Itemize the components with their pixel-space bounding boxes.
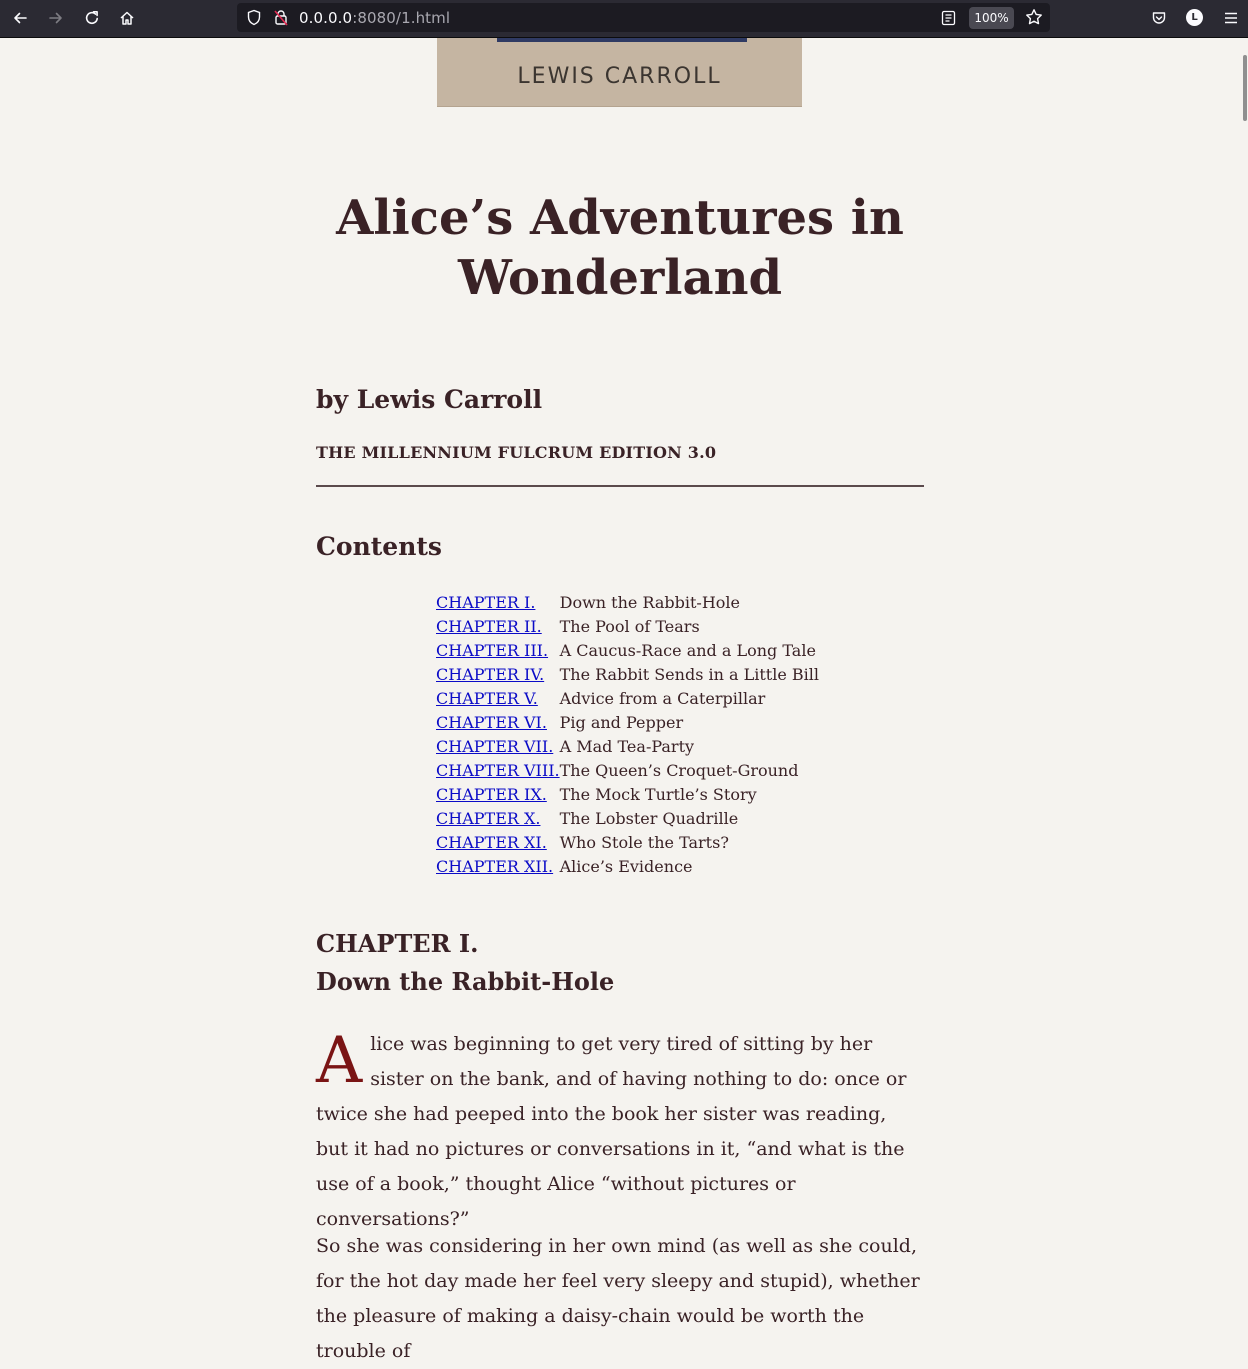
toc-title: The Lobster Quadrille [559, 808, 739, 828]
toc-title: The Queen’s Croquet-Ground [559, 760, 799, 780]
reader-view-icon[interactable] [941, 10, 956, 26]
pocket-icon [1152, 12, 1166, 24]
toc-link-chapter-8[interactable]: CHAPTER VIII. [436, 761, 560, 780]
toc-row: CHAPTER II. The Pool of Tears [436, 614, 819, 638]
toc-row: CHAPTER VIII. The Queen’s Croquet-Ground [436, 758, 819, 782]
insecure-lock-icon[interactable] [273, 9, 289, 26]
toc-row: CHAPTER VI. Pig and Pepper [436, 710, 819, 734]
reload-button[interactable] [77, 4, 107, 32]
back-button[interactable] [5, 4, 35, 32]
drop-cap: A [316, 1024, 363, 1098]
toc-row: CHAPTER IV. The Rabbit Sends in a Little … [436, 662, 819, 686]
toc-title: Who Stole the Tarts? [559, 832, 729, 852]
toc-row: CHAPTER XI. Who Stole the Tarts? [436, 830, 819, 854]
book-title: Alice’s Adventures in Wonderland [336, 190, 904, 306]
toc-title: The Pool of Tears [559, 616, 700, 636]
arrow-left-icon [14, 12, 27, 24]
toc-row: CHAPTER VII. A Mad Tea-Party [436, 734, 819, 758]
toc-link-chapter-9[interactable]: CHAPTER IX. [436, 785, 547, 804]
toc-title: Pig and Pepper [559, 712, 684, 732]
hamburger-menu-icon [1225, 12, 1237, 24]
reload-icon [85, 11, 98, 25]
toc-row: CHAPTER X. The Lobster Quadrille [436, 806, 819, 830]
toc-link-chapter-2[interactable]: CHAPTER II. [436, 617, 542, 636]
table-of-contents: CHAPTER I. Down the Rabbit-Hole CHAPTER I… [436, 590, 819, 878]
chapter-heading: CHAPTER I. Down the Rabbit-Hole [316, 925, 614, 1001]
chapter-label: CHAPTER I. [316, 929, 479, 958]
toc-link-chapter-5[interactable]: CHAPTER V. [436, 689, 538, 708]
toc-title: A Caucus-Race and a Long Tale [559, 640, 816, 660]
toc-link-chapter-7[interactable]: CHAPTER VII. [436, 737, 553, 756]
toc-title: The Rabbit Sends in a Little Bill [559, 664, 819, 684]
paragraph-text: lice was beginning to get very tired of … [316, 1033, 907, 1230]
toc-row: CHAPTER I. Down the Rabbit-Hole [436, 590, 819, 614]
toc-title: Alice’s Evidence [559, 856, 693, 876]
scrollbar-thumb[interactable] [1243, 55, 1247, 121]
shield-icon[interactable] [246, 9, 262, 26]
url-path: :8080/1.html [352, 9, 451, 27]
cover-decoration [497, 38, 747, 42]
zoom-level-button[interactable]: 100% [969, 7, 1014, 29]
app-menu-button[interactable] [1216, 4, 1246, 32]
divider [316, 485, 924, 487]
toc-title: The Mock Turtle’s Story [559, 784, 757, 804]
browser-toolbar: 0.0.0.0:8080/1.html 100% L [0, 0, 1248, 38]
account-avatar[interactable]: L [1186, 9, 1203, 26]
page-scrollbar[interactable] [1240, 38, 1248, 1327]
byline: by Lewis Carroll [316, 385, 543, 414]
chapter-title: Down the Rabbit-Hole [316, 967, 615, 996]
bookmark-star-icon[interactable] [1025, 8, 1043, 26]
paragraph: So she was considering in her own mind (… [316, 1235, 920, 1362]
cover-author: LEWIS CARROLL [517, 64, 722, 89]
toc-link-chapter-10[interactable]: CHAPTER X. [436, 809, 540, 828]
toc-row: CHAPTER XII. Alice’s Evidence [436, 854, 819, 878]
toc-row: CHAPTER V. Advice from a Caterpillar [436, 686, 819, 710]
url-text[interactable]: 0.0.0.0:8080/1.html [299, 9, 450, 27]
toc-title: A Mad Tea-Party [559, 736, 695, 756]
home-icon [120, 11, 134, 25]
arrow-right-icon [49, 12, 62, 24]
url-bar[interactable]: 0.0.0.0:8080/1.html 100% [237, 3, 1050, 32]
toc-row: CHAPTER IX. The Mock Turtle’s Story [436, 782, 819, 806]
toc-title: Down the Rabbit-Hole [559, 592, 741, 612]
toc-row: CHAPTER III. A Caucus-Race and a Long Tal… [436, 638, 819, 662]
toc-link-chapter-1[interactable]: CHAPTER I. [436, 593, 535, 612]
paragraph: Alice was beginning to get very tired of… [316, 1027, 924, 1237]
toc-link-chapter-12[interactable]: CHAPTER XII. [436, 857, 553, 876]
edition-label: THE MILLENNIUM FULCRUM EDITION 3.0 [316, 443, 717, 462]
cover-image: LEWIS CARROLL [437, 38, 802, 107]
toc-link-chapter-11[interactable]: CHAPTER XI. [436, 833, 547, 852]
forward-button[interactable] [41, 4, 71, 32]
contents-heading: Contents [316, 532, 443, 561]
toc-link-chapter-6[interactable]: CHAPTER VI. [436, 713, 547, 732]
toc-title: Advice from a Caterpillar [559, 688, 766, 708]
pocket-button[interactable] [1144, 4, 1174, 32]
url-host: 0.0.0.0 [299, 9, 353, 27]
home-button[interactable] [112, 4, 142, 32]
toc-link-chapter-4[interactable]: CHAPTER IV. [436, 665, 544, 684]
toc-link-chapter-3[interactable]: CHAPTER III. [436, 641, 548, 660]
